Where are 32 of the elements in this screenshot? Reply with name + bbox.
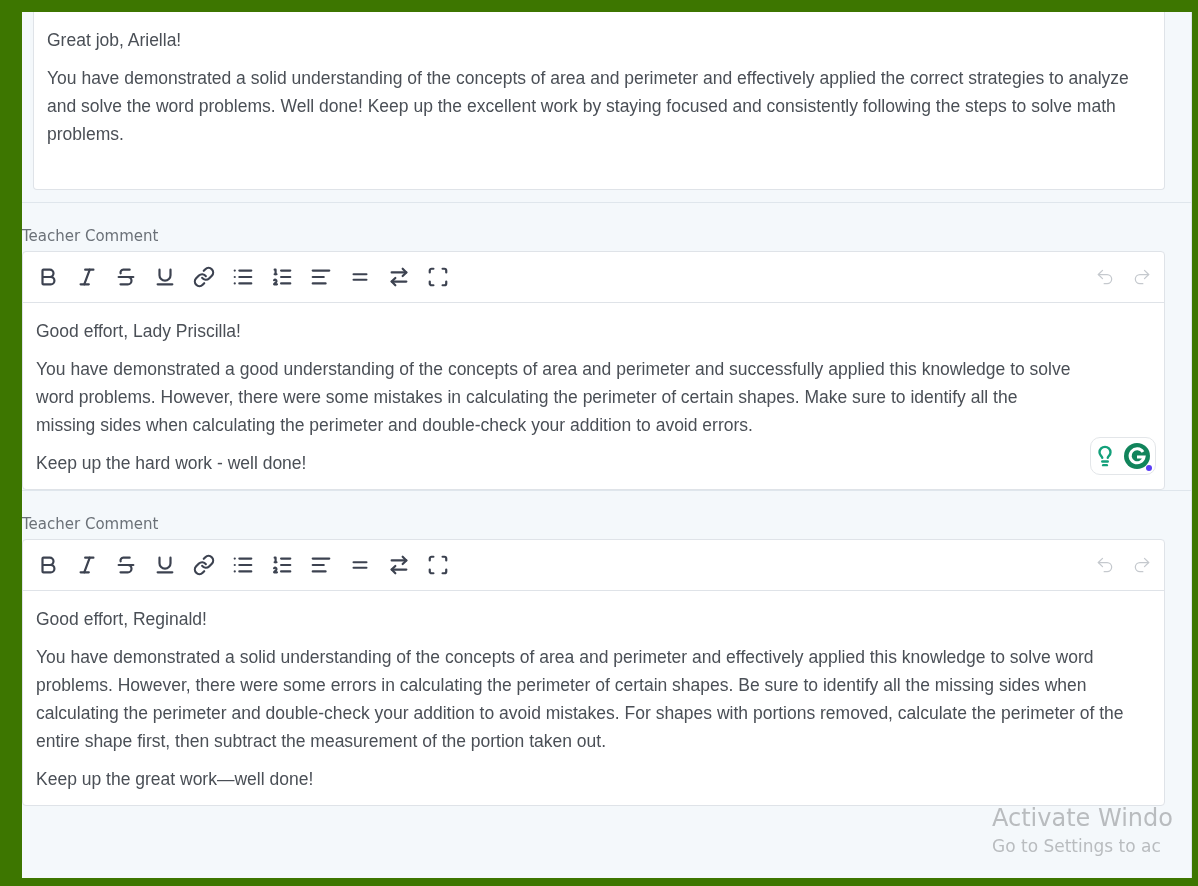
fullscreen-icon[interactable] [427,266,449,288]
field-label: Teacher Comment [22,226,160,247]
writing-assistant-badge[interactable] [1090,437,1156,475]
align-icon[interactable] [310,554,332,576]
activation-notice-text: Go to Settings to ac [992,836,1162,856]
bullet-list-icon[interactable] [232,554,254,576]
comment-text: Good effort, Lady Priscilla! [36,320,242,343]
comment-text: You have demonstrated a solid understanding of the concepts of area and perimeter and effectively applied the correct strategies to analyze and solve the word problems. Well done! Keep up the excellent work by staying focused and consistently following the steps to solve math problems. [47,67,1130,146]
g-logo-icon [1122,441,1152,471]
swap-arrows-icon[interactable] [388,554,410,576]
link-icon[interactable] [193,554,215,576]
bullet-list-icon[interactable] [232,266,254,288]
comment-text: You have demonstrated a good understanding of the concepts of area and perimeter and successfully applied this knowledge to solve word problems. However, there were some mistakes in calculating the perimeter of certain shapes. Make sure to identify all the missing sides when calculating the perimeter and double-check your addition to avoid errors. [36,358,1072,437]
comment-editor[interactable] [22,251,1165,490]
comment-editor[interactable] [22,539,1165,806]
comment-text: You have demonstrated a solid understanding of the concepts of area and perimeter and effectively applied this knowledge to solve word problems. However, there were some errors in calculating the perimeter of certain shapes. Be sure to identify all the missing sides when calculating the perimeter and double-check your addition to avoid mistakes. For shapes with portions removed, calculate the perimeter of the entire shape first, then subtract the measurement of the portion taken out. [36,646,1125,753]
underline-icon[interactable] [154,554,176,576]
swap-arrows-icon[interactable] [388,266,410,288]
strikethrough-icon[interactable] [115,554,137,576]
comment-text: Great job, Ariella! [47,29,183,52]
field-label: Teacher Comment [22,514,160,535]
comment-text: Keep up the hard work - well done! [36,452,308,475]
numbered-list-icon[interactable] [271,554,293,576]
comment-text: Good effort, Reginald! [36,608,208,631]
link-icon[interactable] [193,266,215,288]
fullscreen-icon[interactable] [427,554,449,576]
comment-text: Keep up the great work—well done! [36,768,315,791]
activation-notice-title: Activate Windo [992,804,1174,832]
numbered-list-icon[interactable] [271,266,293,288]
underline-icon[interactable] [154,266,176,288]
strikethrough-icon[interactable] [115,266,137,288]
align-icon[interactable] [310,266,332,288]
